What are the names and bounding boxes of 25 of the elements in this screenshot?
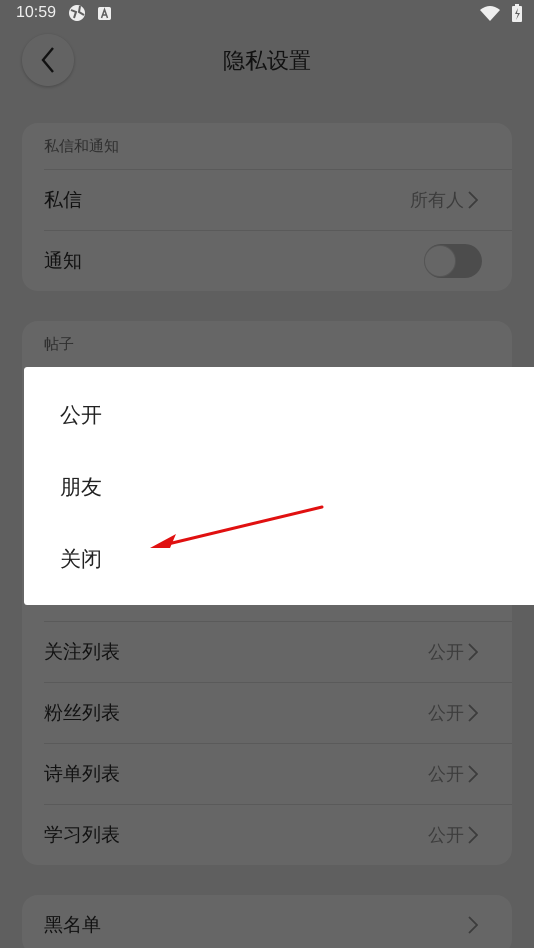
section-header: 私信和通知 bbox=[44, 123, 512, 170]
setting-label: 关注列表 bbox=[44, 640, 121, 665]
menu-item[interactable]: 朋友 bbox=[24, 451, 534, 523]
setting-label: 通知 bbox=[44, 249, 83, 274]
status-time: 10:59 bbox=[16, 4, 56, 22]
chevron-icon bbox=[468, 826, 478, 844]
setting-label: 黑名单 bbox=[44, 913, 102, 938]
chevron-icon bbox=[468, 916, 478, 934]
wifi-icon bbox=[480, 6, 500, 20]
chevron-icon bbox=[468, 643, 478, 661]
page-title: 隐私设置 bbox=[223, 48, 311, 76]
chevron-icon bbox=[468, 765, 478, 783]
chevron-icon bbox=[468, 704, 478, 722]
toggle-switch[interactable] bbox=[424, 244, 482, 278]
keyboard-icon bbox=[98, 6, 112, 20]
back-button[interactable] bbox=[22, 34, 74, 86]
setting-label: 粉丝列表 bbox=[44, 701, 121, 726]
chevron-icon bbox=[468, 191, 478, 209]
setting-label: 学习列表 bbox=[44, 823, 121, 848]
menu-item[interactable]: 公开 bbox=[24, 379, 534, 451]
setting-label: 诗单列表 bbox=[44, 762, 121, 787]
setting-label: 私信 bbox=[44, 188, 83, 213]
battery-icon bbox=[512, 4, 522, 22]
back-icon bbox=[41, 47, 55, 73]
menu-item[interactable]: 关闭 bbox=[24, 523, 534, 595]
